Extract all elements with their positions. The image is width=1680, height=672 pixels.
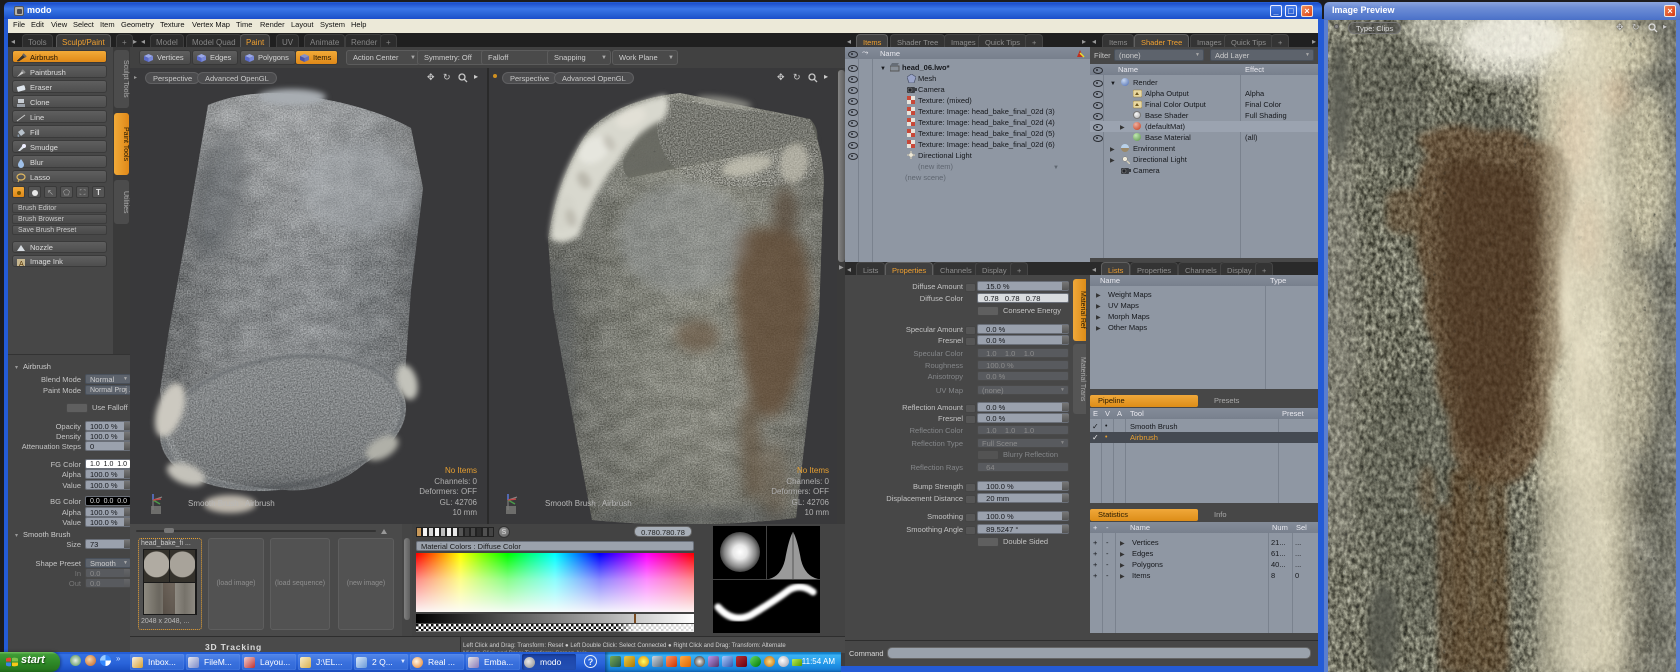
- svg-text:A: A: [19, 261, 24, 268]
